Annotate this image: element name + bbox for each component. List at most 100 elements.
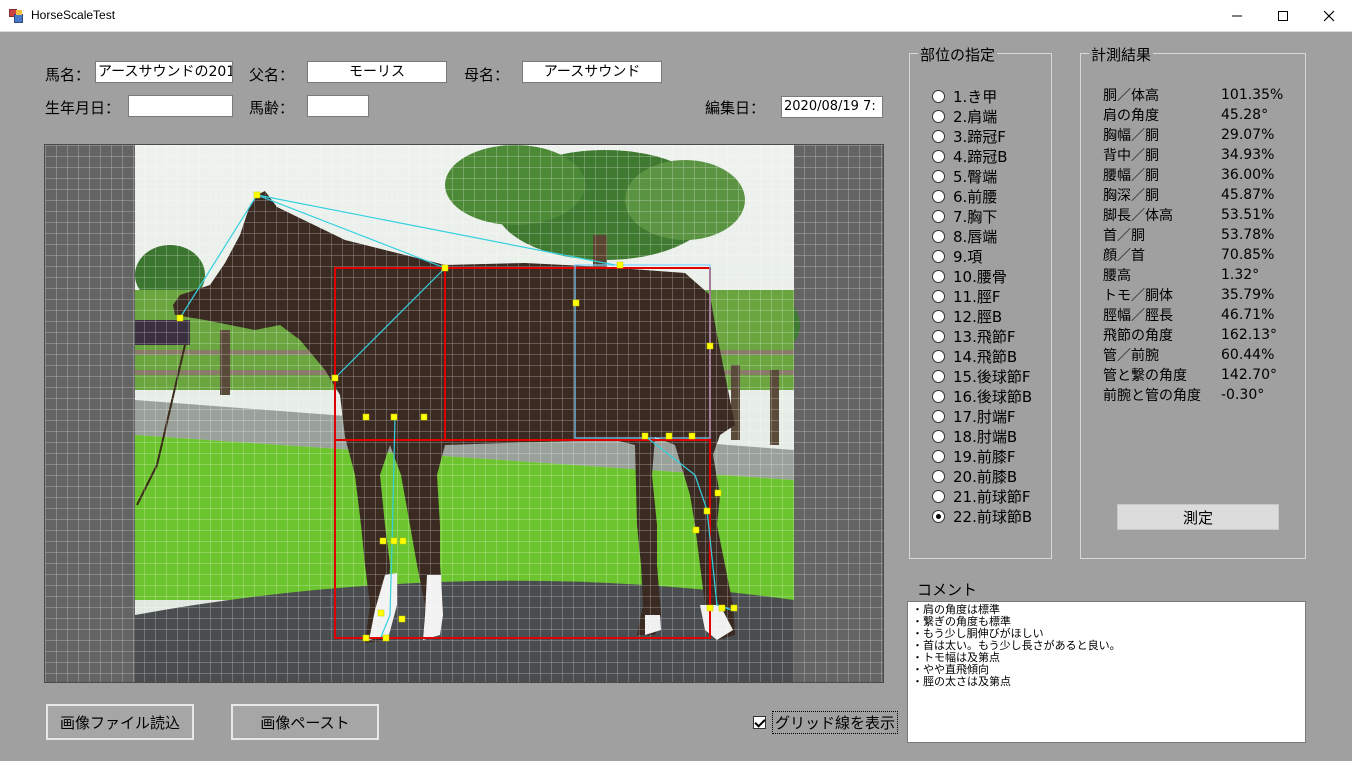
horse-name-field[interactable]: アースサウンドの2019 [95, 61, 233, 83]
dam-field[interactable]: アースサウンド [522, 61, 662, 83]
part-radio-item[interactable]: 10.腰骨 [932, 266, 1032, 286]
part-radio-item[interactable]: 8.唇端 [932, 226, 1032, 246]
result-value: 46.71% [1221, 307, 1275, 323]
radio-button[interactable] [932, 149, 945, 163]
part-radio-item[interactable]: 18.肘端B [932, 426, 1032, 446]
radio-button[interactable] [932, 389, 945, 403]
part-radio-item[interactable]: 9.項 [932, 246, 1032, 266]
horse-photo [45, 145, 883, 682]
radio-button[interactable] [932, 309, 945, 323]
paste-image-button[interactable]: 画像ペースト [231, 704, 379, 740]
part-radio-item[interactable]: 19.前膝F [932, 446, 1032, 466]
part-radio-label: 10.腰骨 [953, 267, 1007, 286]
image-canvas[interactable] [44, 144, 884, 683]
radio-button[interactable] [932, 269, 945, 283]
part-radio-label: 20.前膝B [953, 467, 1018, 486]
age-field[interactable] [307, 95, 369, 117]
radio-button[interactable] [932, 209, 945, 223]
radio-button[interactable] [932, 349, 945, 363]
comment-line: ・脛の太さは及第点 [912, 675, 1011, 688]
result-value: 45.28° [1221, 107, 1269, 123]
comment-textarea[interactable]: ・肩の角度は標準 ・繋ぎの角度も標準 ・もう少し胴伸びがほしい ・首は太い。もう少し長… [907, 601, 1306, 743]
grid-checkbox[interactable] [753, 715, 766, 729]
part-radio-item[interactable]: 14.飛節B [932, 346, 1032, 366]
result-name: 前腕と管の角度 [1103, 388, 1201, 404]
part-radio-item[interactable]: 3.蹄冠F [932, 126, 1032, 146]
result-row: 飛節の角度 162.13° [1103, 325, 1301, 345]
close-button[interactable] [1306, 0, 1352, 32]
result-row: 腰高 1.32° [1103, 265, 1301, 285]
result-name: 背中／胴 [1103, 148, 1159, 164]
part-radio-item[interactable]: 21.前球節F [932, 486, 1032, 506]
result-name: 腰幅／胴 [1103, 168, 1159, 184]
part-radio-item[interactable]: 12.脛B [932, 306, 1032, 326]
part-selection-group: 部位の指定 1.き甲 2.肩端 3.蹄冠F 4.蹄冠B 5.臀端 6.前腰 7.胸下 8.唇端… [909, 44, 1052, 559]
result-name: 肩の角度 [1103, 108, 1159, 124]
part-radio-label: 2.肩端 [953, 107, 998, 126]
comment-label: コメント [917, 581, 978, 599]
part-radio-label: 1.き甲 [953, 87, 998, 106]
radio-button[interactable] [932, 89, 945, 103]
measure-button[interactable]: 測定 [1117, 504, 1279, 530]
minimize-icon [1232, 15, 1242, 17]
part-radio-item[interactable]: 1.き甲 [932, 86, 1032, 106]
part-radio-item[interactable]: 16.後球節B [932, 386, 1032, 406]
radio-button[interactable] [932, 409, 945, 423]
radio-button[interactable] [932, 509, 945, 523]
part-radio-label: 19.前膝F [953, 447, 1016, 466]
part-radio-label: 7.胸下 [953, 207, 998, 226]
radio-button[interactable] [932, 449, 945, 463]
edit-date-label: 編集日： [705, 99, 766, 117]
part-radio-label: 17.肘端F [953, 407, 1016, 426]
part-radio-item[interactable]: 13.飛節F [932, 326, 1032, 346]
radio-button[interactable] [932, 129, 945, 143]
radio-button[interactable] [932, 229, 945, 243]
result-value: 101.35% [1221, 87, 1284, 103]
maximize-button[interactable] [1260, 0, 1306, 32]
load-image-button[interactable]: 画像ファイル読込 [46, 704, 194, 740]
radio-button[interactable] [932, 429, 945, 443]
part-radio-item[interactable]: 6.前腰 [932, 186, 1032, 206]
app-icon [9, 9, 23, 23]
radio-button[interactable] [932, 249, 945, 263]
result-value: 70.85% [1221, 247, 1275, 263]
grid-toggle[interactable]: グリッド線を表示 [753, 710, 899, 734]
part-radio-item[interactable]: 7.胸下 [932, 206, 1032, 226]
results-title: 計測結果 [1089, 44, 1154, 65]
result-name: 首／胴 [1103, 228, 1145, 244]
birthdate-field[interactable] [128, 95, 233, 117]
result-name: 胴／体高 [1103, 88, 1159, 104]
part-radio-item[interactable]: 5.臀端 [932, 166, 1032, 186]
part-radio-label: 21.前球節F [953, 487, 1031, 506]
radio-button[interactable] [932, 369, 945, 383]
part-radio-item[interactable]: 11.脛F [932, 286, 1032, 306]
part-radio-label: 22.前球節B [953, 507, 1033, 526]
part-radio-item[interactable]: 2.肩端 [932, 106, 1032, 126]
part-radio-label: 6.前腰 [953, 187, 998, 206]
radio-button[interactable] [932, 289, 945, 303]
result-name: 脚長／体高 [1103, 208, 1173, 224]
radio-button[interactable] [932, 189, 945, 203]
radio-button[interactable] [932, 469, 945, 483]
part-radio-label: 5.臀端 [953, 167, 998, 186]
sire-label: 父名： [249, 66, 295, 84]
radio-button[interactable] [932, 329, 945, 343]
radio-button[interactable] [932, 109, 945, 123]
minimize-button[interactable] [1214, 0, 1260, 32]
part-radio-item[interactable]: 4.蹄冠B [932, 146, 1032, 166]
radio-button[interactable] [932, 169, 945, 183]
part-radio-item[interactable]: 20.前膝B [932, 466, 1032, 486]
sire-field[interactable]: モーリス [307, 61, 447, 83]
part-selection-title: 部位の指定 [918, 44, 998, 65]
part-radio-item[interactable]: 15.後球節F [932, 366, 1032, 386]
part-radio-item[interactable]: 17.肘端F [932, 406, 1032, 426]
maximize-icon [1278, 11, 1288, 21]
part-radio-item[interactable]: 22.前球節B [932, 506, 1032, 526]
close-icon [1323, 10, 1335, 22]
result-row: 胸深／胴 45.87% [1103, 185, 1301, 205]
radio-button[interactable] [932, 489, 945, 503]
grid-toggle-label[interactable]: グリッド線を表示 [772, 710, 899, 734]
result-value: 53.51% [1221, 207, 1275, 223]
edit-date-field[interactable]: 2020/08/19 7: [781, 96, 883, 118]
part-radio-label: 15.後球節F [953, 367, 1031, 386]
